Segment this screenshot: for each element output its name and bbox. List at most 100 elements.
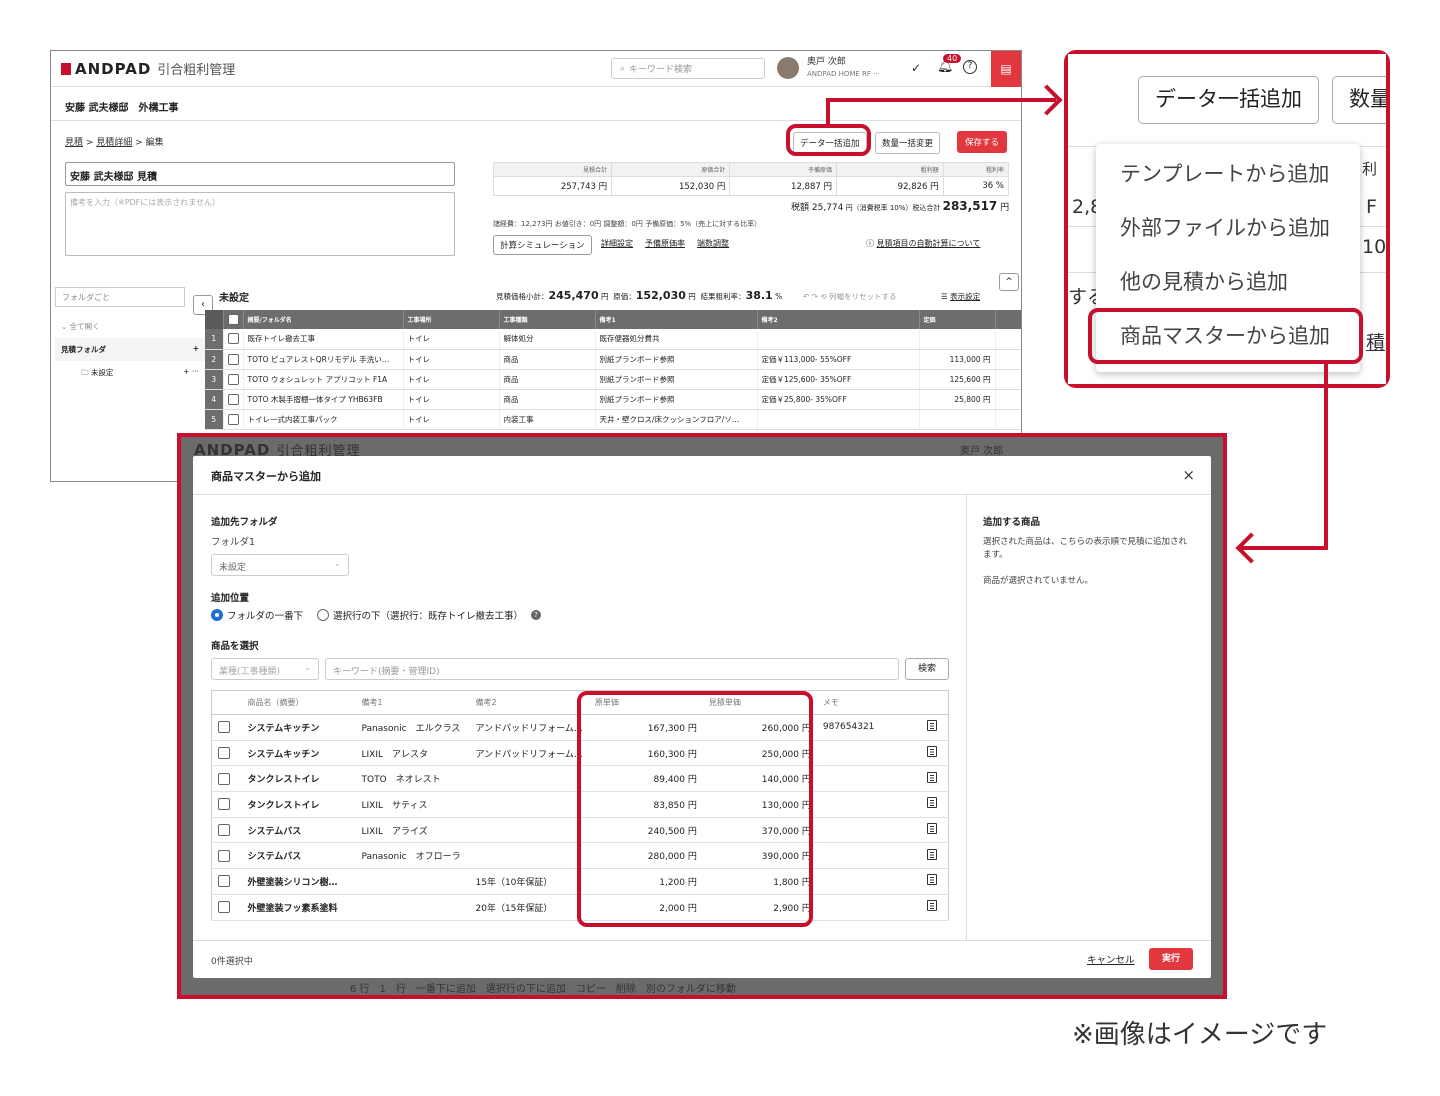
folder-tree: ⌄ 全て開く 見積フォルダ + 🗀 未設定 + ··· [55,315,205,386]
help-icon[interactable]: ? [963,60,977,74]
grid-row[interactable]: 4 TOTO 木製手摺棚一体タイプ YHB63FB トイレ 商品 別紙プランボード参照定… [205,389,1021,410]
arrow-right-icon [1031,84,1063,116]
section-title: 未設定 [219,293,249,304]
rounding-link[interactable]: 端数調整 [697,239,729,248]
breadcrumb-estimate[interactable]: 見積 [65,138,83,148]
list-price: 125,600 円 [919,369,996,390]
row-checkbox[interactable] [227,373,239,385]
row-number: 1 [205,329,224,350]
work-place: トイレ [403,369,500,390]
save-button[interactable]: 保存する [957,131,1008,153]
highlight-product-master [1088,308,1363,364]
grid-row[interactable]: 5 トイレ一式内装工事パック トイレ 内装工事 天井・壁クロス/床クッションフロア/ソ… [205,409,1021,430]
notification-badge: 40 [943,54,962,63]
calc-simulation-button[interactable]: 計算シミュレーション [493,235,592,255]
add-icon[interactable]: + [193,344,199,353]
collapse-button[interactable]: ^ [999,273,1019,291]
row-number: 2 [205,349,224,370]
footnote: ※画像はイメージです [1072,1020,1328,1050]
summary-table: 見積合計 原価合計 予備原価 粗利額 粗利率 257,743 円 152,030 円 12,… [492,162,1010,196]
user-info[interactable]: 奥戸 次郎 ANDPAD HOME RF ··· [807,56,880,80]
note1: 天井・壁クロス/床クッションフロア/ソ… [595,409,758,430]
tax-total: 税額 25,774 円（消費税率 10%）税込合計 283,517 円 [791,199,1010,213]
auto-calc-link[interactable]: ⓘ 見積項目の自動計算について [866,238,980,249]
keyword-search-input[interactable]: ⌕ キーワード検索 [611,58,765,79]
highlight-bulk-add [786,124,871,156]
project-title: 安藤 武夫様邸 外構工事 [51,87,1021,121]
list-price [919,329,996,350]
work-place: トイレ [403,329,500,350]
tree-child-folder[interactable]: 🗀 未設定 + ··· [55,361,205,386]
settings-icon: ☰ [941,292,951,301]
check-icon[interactable]: ✓ [911,61,921,75]
work-type: 商品 [499,389,596,410]
app-logo[interactable]: ANDPAD 引合粗利管理 [61,59,235,78]
display-settings-link[interactable]: ☰ 表示設定 [941,291,980,302]
list-price: 113,000 円 [919,349,996,370]
avatar[interactable] [777,57,799,79]
subtotal-bar: 見積価格小計：245,470 円 原価：152,030 円 結果粗利率：38.1… [496,289,783,302]
breadcrumb-detail[interactable]: 見積詳細 [96,138,132,148]
note2 [757,409,920,430]
folder-select[interactable]: フォルダごと [55,287,185,307]
note1: 既存便器処分費共 [595,329,758,350]
app-switch-icon[interactable]: ▤ [991,51,1021,87]
estimate-grid: 摘要/フォルダ名 工事場所 工事種類 備考1 備考2 定価 1 既存トイレ撤去工事… [205,310,1021,430]
breadcrumb-edit: 編集 [145,138,164,148]
undo-redo-reset[interactable]: ↶ ↷ ⟲ 列幅をリセットする [803,291,897,302]
item-name: TOTO 木製手摺棚一体タイプ YHB63FB [243,389,404,410]
product-name: 引合粗利管理 [157,63,236,78]
row-checkbox[interactable] [227,393,239,405]
qty-bulk-change-button[interactable]: 数量一括変更 [875,132,941,154]
arrow-left-icon [1235,532,1267,564]
note-textarea[interactable]: 備考を入力（※PDFには表示されません） [65,192,455,256]
row-checkbox[interactable] [227,333,239,345]
note2 [757,329,920,350]
row-number: 3 [205,369,224,390]
zoom-bulk-add-button[interactable]: データ一括追加 [1138,76,1319,124]
estimate-edit-window: ANDPAD 引合粗利管理 ⌕ キーワード検索 奥戸 次郎 ANDPAD HOME R… [50,50,1022,482]
tree-root-folder[interactable]: 見積フォルダ + [55,338,205,361]
expand-all[interactable]: ⌄ 全て開く [55,315,205,338]
settings-links: 詳細設定 予備原価率 端数調整 [601,238,741,249]
logo-text: ANDPAD [75,59,152,78]
grid-row[interactable]: 2 TOTO ピュアレストQRリモデル 手洗い… トイレ 商品 別紙プランボード参照 定価… [205,349,1021,370]
work-type: 内装工事 [499,409,596,430]
row-checkbox[interactable] [227,413,239,425]
row-number: 5 [205,409,224,430]
note1: 別紙プランボード参照 [595,349,758,370]
info-icon: ⓘ [866,239,877,248]
estimate-title-input[interactable]: 安藤 武夫様邸 見積 [65,162,455,186]
list-price: 25,800 円 [919,389,996,410]
grid-row[interactable]: 1 既存トイレ撤去工事 トイレ 解体処分 既存便器処分費共 [205,329,1021,350]
reserve-rate-link[interactable]: 予備原価率 [645,239,685,248]
andpad-logo-icon [61,62,71,75]
work-place: トイレ [403,409,500,430]
breadcrumb: 見積 > 見積詳細 > 編集 [65,138,164,148]
item-name: 既存トイレ撤去工事 [243,329,404,350]
item-name: TOTO ピュアレストQRリモデル 手洗い… [243,349,404,370]
work-type: 解体処分 [499,329,596,350]
app-header: ANDPAD 引合粗利管理 ⌕ キーワード検索 奥戸 次郎 ANDPAD HOME R… [51,51,1021,87]
work-type: 商品 [499,349,596,370]
row-number: 4 [205,389,224,410]
grid-row[interactable]: 3 TOTO ウォシュレット アプリコット F1A トイレ 商品 別紙プランボード参照定… [205,369,1021,390]
more-icon[interactable]: + ··· [183,367,199,376]
work-type: 商品 [499,369,596,390]
detail-settings-link[interactable]: 詳細設定 [601,239,633,248]
work-place: トイレ [403,389,500,410]
misc-costs: 諸経費：12,273円 お値引き：0円 調整額：0円 予備原価：5%（売上に対す… [493,220,762,228]
item-name: TOTO ウォシュレット アプリコット F1A [243,369,404,390]
highlight-price-columns [577,691,813,927]
zoom-qty-button[interactable]: 数量 [1332,76,1386,124]
search-icon: ⌕ [620,63,626,74]
menu-item-other-estimate[interactable]: 他の見積から追加 [1120,266,1288,296]
menu-item-external-file[interactable]: 外部ファイルから追加 [1120,212,1330,242]
work-place: トイレ [403,349,500,370]
select-all-checkbox[interactable] [227,314,239,325]
item-name: トイレ一式内装工事パック [243,409,404,430]
note2: 定価￥125,600- 35%OFF [757,369,920,390]
note1: 別紙プランボード参照 [595,369,758,390]
row-checkbox[interactable] [227,353,239,365]
menu-item-template[interactable]: テンプレートから追加 [1120,158,1329,188]
